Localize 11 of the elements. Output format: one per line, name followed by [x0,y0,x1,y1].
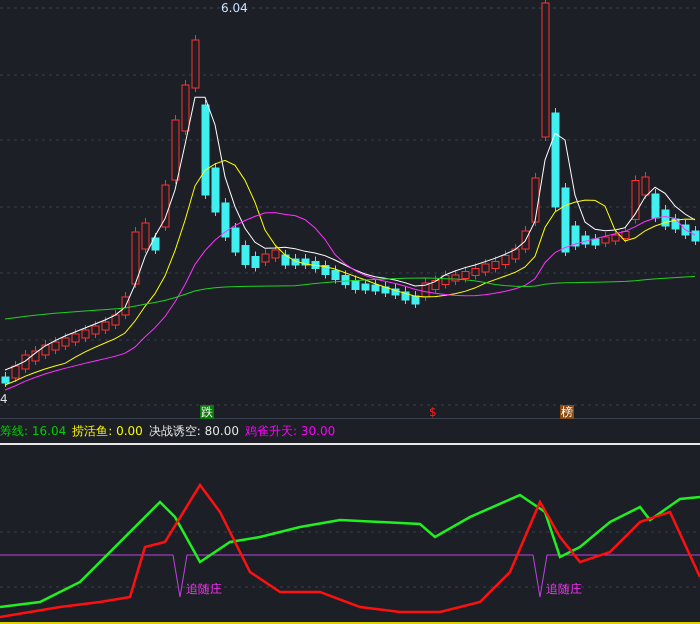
signal-marker: 跌 [200,405,214,419]
indicator-legend-value: 筹线: 16.04 [0,422,66,440]
signal-label: 追随庄 [546,581,582,598]
signal-marker: 榜 [560,405,574,419]
signal-marker: $ [428,405,438,419]
indicator-legend-value: 决战诱空: 80.00 [148,422,240,440]
price-low-label: 4 [0,392,8,406]
signal-label: 追随庄 [186,581,222,598]
price-high-label: 6.04 [221,1,248,15]
indicator-legend-value: 捞活鱼: 0.00 [72,422,143,440]
indicator-legend-value: 鸡雀升天: 30.00 [245,422,336,440]
